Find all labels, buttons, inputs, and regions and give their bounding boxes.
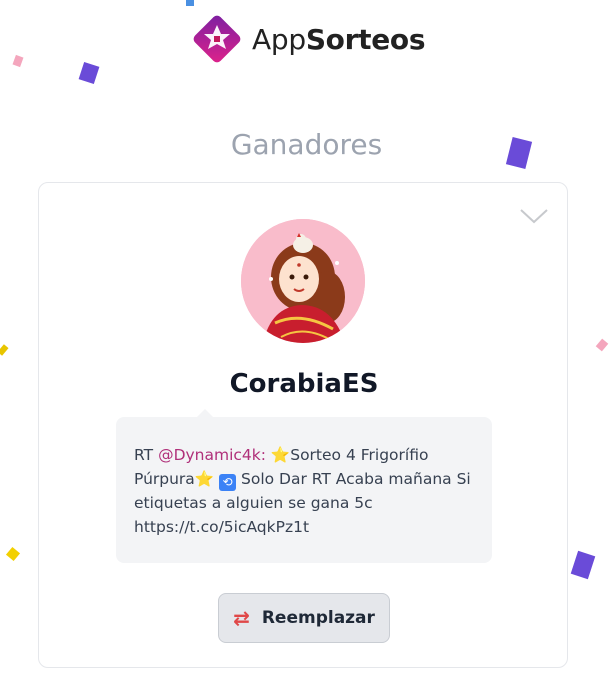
winner-card: CorabiaES RT @Dynamic4k: ⭐Sorteo 4 Frigo… (38, 182, 568, 668)
swap-arrows-icon: ⇄ (233, 606, 250, 630)
confetti-piece (186, 0, 194, 6)
tweet-link[interactable]: https://t.co/5icAqkPz1t (134, 518, 309, 536)
page-title: Ganadores (230, 128, 383, 161)
logo-text-regular: App (252, 22, 306, 56)
replace-button-label: Reemplazar (261, 608, 375, 628)
profile-illustration (241, 219, 365, 343)
logo-text-bold: Sorteos (305, 22, 426, 56)
confetti-piece (12, 54, 24, 68)
avatar (241, 219, 365, 343)
confetti-piece (595, 338, 609, 352)
tweet-mention[interactable]: @Dynamic4k: (158, 446, 266, 464)
confetti-piece (570, 550, 596, 580)
replace-button[interactable]: ⇄ Reemplazar (218, 593, 390, 643)
confetti-piece (78, 61, 100, 85)
confetti-piece (0, 344, 9, 356)
logo-mark-icon (193, 15, 241, 63)
repeat-icon: ⟲ (219, 474, 237, 491)
tweet-rt-prefix: RT (134, 446, 154, 464)
app-logo[interactable]: AppSorteos (190, 12, 426, 66)
tweet-bubble: RT @Dynamic4k: ⭐Sorteo 4 Frigorífio Púrp… (116, 409, 492, 563)
winner-username: CorabiaES (229, 369, 379, 399)
chevron-down-icon[interactable] (519, 207, 549, 225)
star-icon: ⭐ (270, 446, 291, 464)
logo-text: AppSorteos (252, 22, 426, 56)
confetti-piece (5, 546, 21, 562)
star-icon: ⭐ (194, 470, 215, 488)
